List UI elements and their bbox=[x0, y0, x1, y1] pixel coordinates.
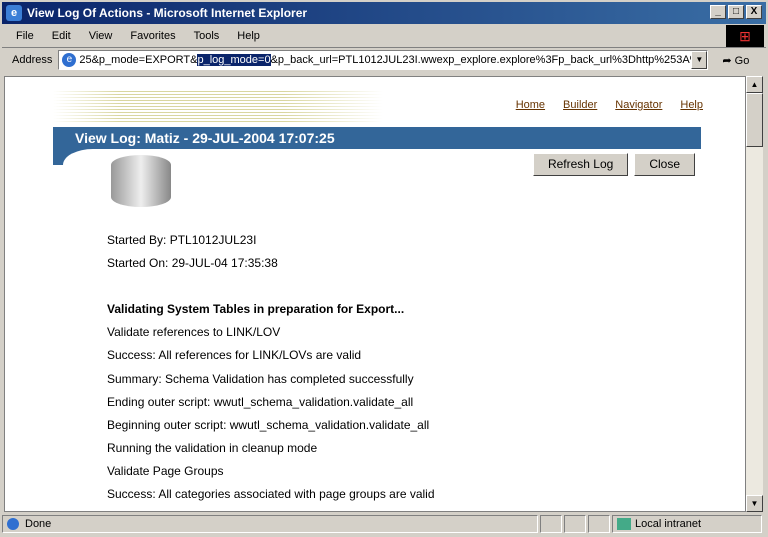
log-line: Validating System Tables in preparation … bbox=[107, 302, 405, 317]
log-list: Started By: PTL1012JUL23I Started On: 29-… bbox=[107, 233, 435, 511]
nav-navigator[interactable]: Navigator bbox=[615, 99, 662, 111]
menu-bar: File Edit View Favorites Tools Help ⊞ bbox=[2, 24, 766, 48]
menu-view[interactable]: View bbox=[89, 30, 113, 42]
nav-help[interactable]: Help bbox=[680, 99, 703, 111]
go-button[interactable]: ➦ Go bbox=[722, 54, 749, 67]
close-button[interactable]: Close bbox=[634, 153, 695, 176]
ie-icon: e bbox=[6, 5, 22, 21]
maximize-button[interactable]: □ bbox=[728, 5, 744, 19]
scroll-down-icon[interactable]: ▼ bbox=[746, 495, 763, 512]
page-title: View Log: Matiz - 29-JUL-2004 17:07:25 bbox=[53, 127, 701, 149]
address-label: Address bbox=[12, 54, 53, 66]
log-line: Ending outer script: wwutl_schema_valida… bbox=[107, 394, 414, 409]
log-line: Started On: 29-JUL-04 17:35:38 bbox=[107, 256, 278, 271]
address-bar: Address e 25&p_mode=EXPORT& p_log_mode=0 &… bbox=[2, 48, 766, 72]
go-label: Go bbox=[734, 54, 750, 67]
menu-file[interactable]: File bbox=[16, 30, 34, 42]
log-line: Validate Page Groups bbox=[107, 463, 224, 478]
refresh-log-button[interactable]: Refresh Log bbox=[532, 153, 629, 176]
log-line: Beginning outer script: wwutl_schema_val… bbox=[107, 417, 430, 432]
log-line: Success: All categories associated with … bbox=[107, 487, 435, 502]
title-bar: e View Log Of Actions - Microsoft Intern… bbox=[0, 0, 768, 24]
status-bar: Done Local intranet bbox=[2, 514, 766, 534]
log-line: Running the validation in cleanup mode bbox=[107, 440, 318, 455]
portal-logo bbox=[53, 91, 383, 123]
log-line: Summary: Schema Validation has completed… bbox=[107, 371, 414, 386]
zone-text: Local intranet bbox=[635, 518, 702, 530]
address-input[interactable]: e 25&p_mode=EXPORT& p_log_mode=0 &p_back_u… bbox=[58, 50, 709, 70]
intranet-icon bbox=[617, 518, 631, 530]
minimize-button[interactable]: _ bbox=[710, 5, 726, 19]
log-line: Started By: PTL1012JUL23I bbox=[107, 233, 257, 247]
menu-help[interactable]: Help bbox=[237, 30, 260, 42]
page-icon: e bbox=[62, 53, 77, 67]
log-line: Validate Page Item Attributes bbox=[107, 510, 435, 511]
scroll-up-icon[interactable]: ▲ bbox=[746, 76, 763, 93]
page-content: Home Builder Navigator Help View Log: Ma… bbox=[4, 76, 746, 512]
banner-curve bbox=[53, 149, 93, 165]
scroll-thumb[interactable] bbox=[746, 93, 763, 147]
menu-edit[interactable]: Edit bbox=[52, 30, 71, 42]
address-dropdown-icon[interactable]: ▼ bbox=[691, 51, 708, 69]
windows-logo-icon: ⊞ bbox=[726, 25, 764, 47]
status-page-icon bbox=[7, 518, 19, 530]
menu-tools[interactable]: Tools bbox=[194, 30, 220, 42]
database-export-icon bbox=[111, 155, 171, 207]
window-title: View Log Of Actions - Microsoft Internet… bbox=[27, 6, 308, 20]
menu-favorites[interactable]: Favorites bbox=[130, 30, 175, 42]
nav-home[interactable]: Home bbox=[516, 99, 545, 111]
log-line: Validate references to LINK/LOV bbox=[107, 325, 281, 340]
url-text-rest: &p_back_url=PTL1012JUL23I.wwexp_explore.… bbox=[270, 54, 706, 66]
log-line: Success: All references for LINK/LOVs ar… bbox=[107, 348, 362, 363]
url-selection: p_log_mode=0 bbox=[197, 54, 271, 66]
status-text: Done bbox=[25, 518, 52, 530]
close-window-button[interactable]: X bbox=[746, 5, 762, 19]
url-text: 25&p_mode=EXPORT& bbox=[79, 54, 198, 66]
vertical-scrollbar[interactable]: ▲ ▼ bbox=[746, 76, 763, 512]
top-nav: Home Builder Navigator Help bbox=[516, 99, 703, 111]
nav-builder[interactable]: Builder bbox=[563, 99, 597, 111]
